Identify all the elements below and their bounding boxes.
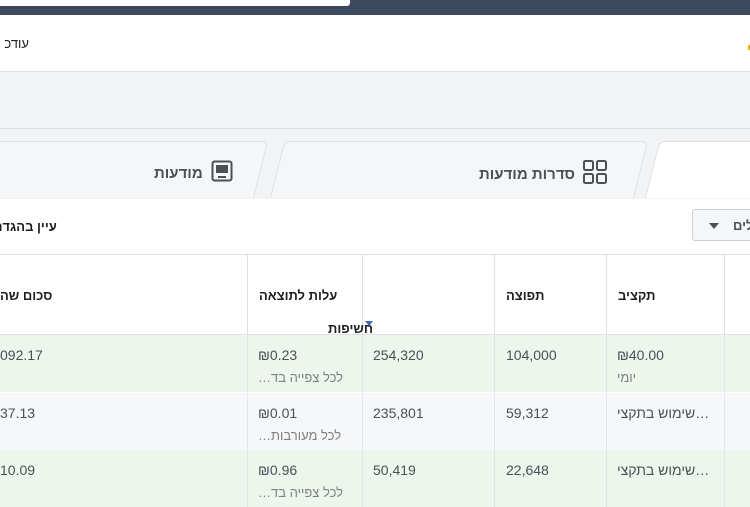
cell-cost-per-result: ₪0.01 לכל מעורבות… [248,393,363,450]
level-tabs [0,129,750,199]
tab-adsets-label: סדרות מודעות [479,165,576,183]
cell-amount-spent: 10.09 [0,450,248,507]
top-navigation-bar [0,0,750,15]
table-toolbar: עיין בהגדר לים [0,199,750,255]
cell-impressions: 50,419 [363,450,495,507]
notice-text: עודכ [4,36,29,51]
columns-dropdown-label: לים [733,218,750,233]
cell-extra [725,335,750,392]
cell-extra [725,450,750,507]
tab-adsets-label-group[interactable]: סדרות מודעות [479,160,608,188]
table-row[interactable]: 37.13 ₪0.01 לכל מעורבות… 235,801 59,312 … [0,393,750,450]
cell-reach: 59,312 [495,393,607,450]
chevron-down-icon [709,223,719,229]
cell-budget: שימוש בתקצי… [607,450,725,507]
tab-campaigns[interactable] [645,141,750,198]
cell-amount-spent: 37.13 [0,393,248,450]
cell-reach: 104,000 [495,335,607,392]
grid-squares-icon [583,160,608,188]
cell-budget: שימוש בתקצי… [607,393,725,450]
filter-area [0,72,750,129]
cell-impressions: 254,320 [363,335,495,392]
cell-amount-spent: 092.17 [0,335,248,392]
cell-cost-per-result: ₪0.23 לכל צפייה בד… [248,335,363,392]
search-input[interactable] [0,0,350,6]
cell-impressions: 235,801 [363,393,495,450]
header-impressions[interactable]: חשיפות [328,255,495,336]
results-table: סכום שה עלות לתוצאה חשיפות תפוצה תקציב 0… [0,255,750,507]
columns-dropdown[interactable]: לים [692,209,750,241]
header-reach[interactable]: תפוצה [495,255,607,335]
header-extra [725,255,750,335]
view-settings-link[interactable]: עיין בהגדר [0,219,57,234]
cell-cost-per-result: ₪0.96 לכל צפייה בד… [248,450,363,507]
table-row[interactable]: 10.09 ₪0.96 לכל צפייה בד… 50,419 22,648 … [0,450,750,507]
header-amount-spent[interactable]: סכום שה [0,255,248,335]
table-row[interactable]: 092.17 ₪0.23 לכל צפייה בד… 254,320 104,0… [0,335,750,392]
cell-reach: 22,648 [495,450,607,507]
cell-extra [725,393,750,450]
header-budget[interactable]: תקציב [607,255,725,335]
tab-ads-label: מודעות [154,164,203,182]
tab-ads-label-group[interactable]: מודעות [154,160,233,186]
cell-budget: ₪40.00 יומי [607,335,725,392]
ad-screen-icon [211,160,233,186]
notice-bar: עודכ [0,15,750,72]
